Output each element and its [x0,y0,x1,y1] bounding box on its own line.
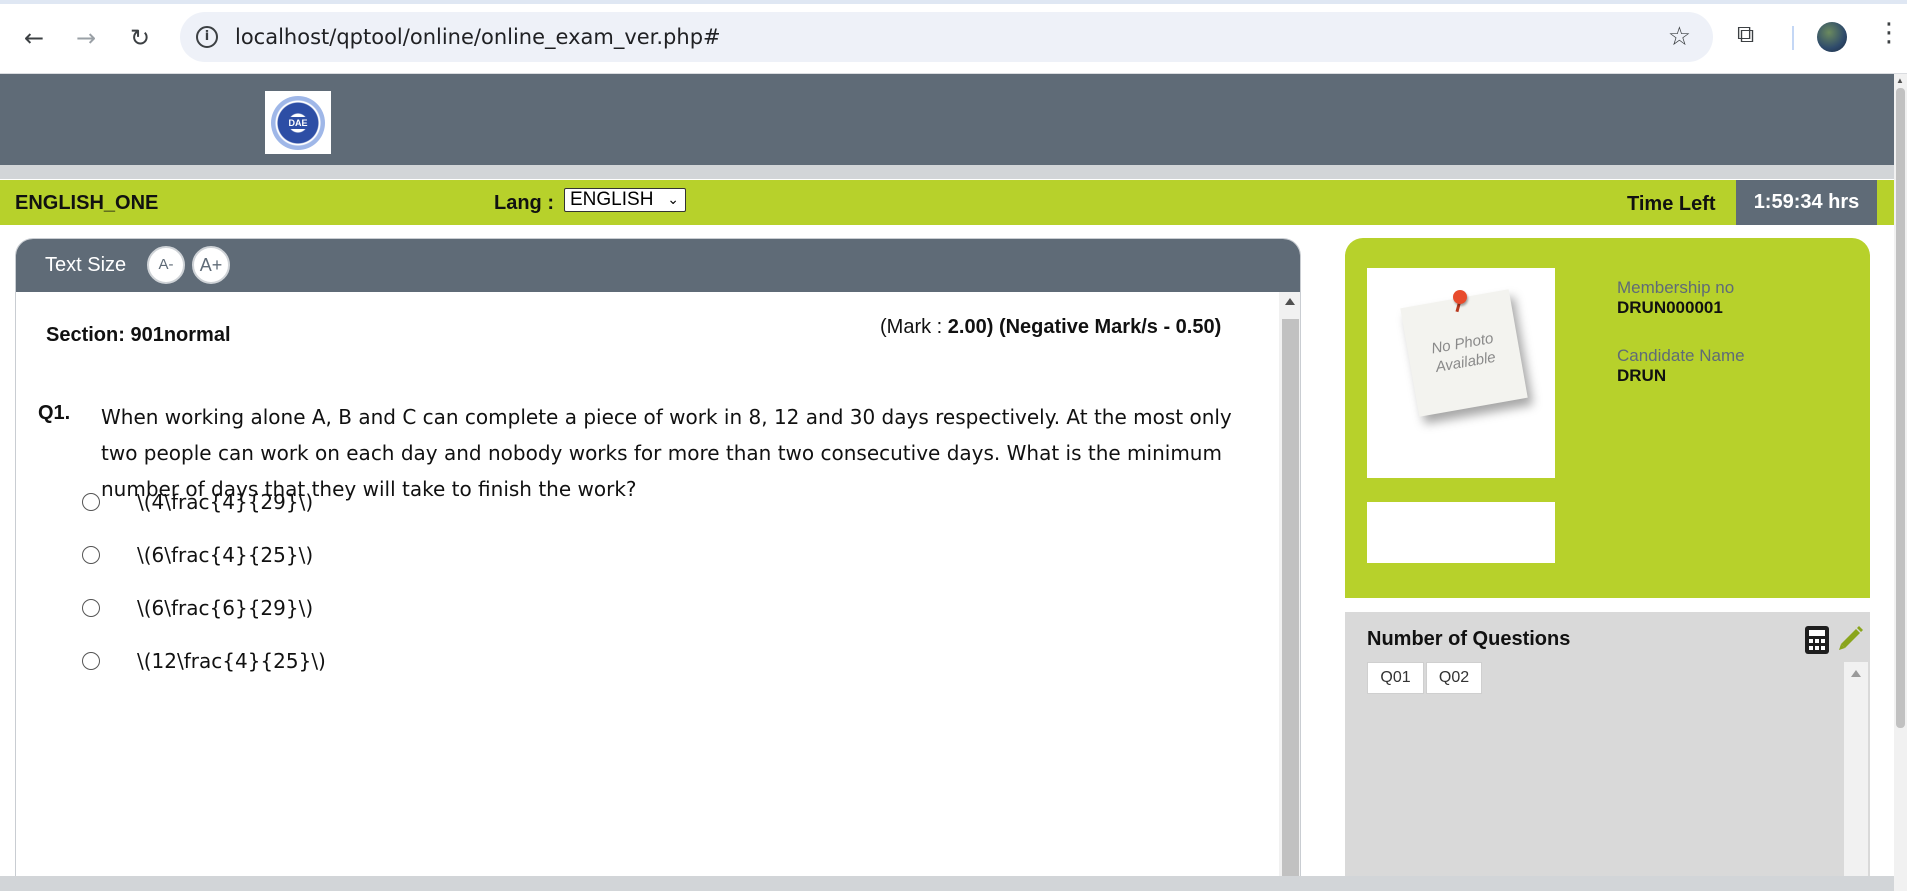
question-scrollbar[interactable] [1279,292,1300,891]
candidate-panel: No Photo Available Membership no DRUN000… [1345,238,1870,598]
option-2-radio[interactable] [82,546,100,564]
time-left-value: 1:59:34 hrs [1736,180,1877,225]
scroll-up-arrow-icon[interactable] [1285,298,1295,305]
pencil-icon[interactable] [1835,622,1867,654]
exam-info-bar: ENGLISH_ONE Lang : ENGLISH ⌄ Time Left 1… [0,180,1894,225]
exam-page: DAE ENGLISH_ONE Lang : ENGLISH ⌄ Time Le… [0,74,1894,891]
scroll-thumb[interactable] [1282,319,1299,891]
header-divider [0,165,1894,179]
question-palette: Number of Questions Q01 Q02 [1345,612,1870,891]
option-4-text: \(12\frac{4}{25}\) [137,649,326,673]
dae-seal-icon: DAE [271,95,325,150]
language-label: Lang : [494,192,554,214]
chevron-down-icon: ⌄ [667,192,679,208]
site-info-icon[interactable]: i [196,26,218,48]
language-select[interactable]: ENGLISH ⌄ [564,188,686,212]
logo-text: DAE [286,116,310,129]
toolbar-divider [1792,26,1794,50]
question-badge-q02[interactable]: Q02 [1426,662,1482,694]
option-1-radio[interactable] [82,493,100,511]
tab-strip [0,0,1907,4]
mark-prefix: (Mark : [880,316,948,338]
option-3-text: \(6\frac{6}{29}\) [137,596,314,620]
profile-avatar[interactable] [1817,22,1847,52]
question-panel-header: Text Size A- A+ [16,239,1300,292]
reload-icon[interactable]: ↻ [120,18,160,58]
candidate-name-value: DRUN [1617,366,1667,385]
page-bottom-strip [0,876,1894,891]
back-arrow-icon[interactable]: ← [14,18,54,58]
exam-name: ENGLISH_ONE [15,192,159,214]
site-header: DAE [0,74,1894,165]
time-left-label: Time Left [1627,193,1716,215]
pushpin-icon [1453,290,1467,304]
page-scroll-thumb[interactable] [1896,88,1905,728]
page-scroll-up-icon[interactable]: ▲ [1896,76,1904,85]
no-photo-note: No Photo Available [1400,289,1528,417]
forward-arrow-icon[interactable]: → [66,18,106,58]
scroll-up-arrow-icon[interactable] [1851,670,1861,677]
negative-mark: (Negative Mark/s - 0.50) [998,316,1222,338]
option-3-radio[interactable] [82,599,100,617]
dae-logo: DAE [265,91,331,154]
membership-label: Membership no [1617,278,1735,297]
option-2-text: \(6\frac{4}{25}\) [137,543,314,567]
question-palette-list: Q01 Q02 [1367,662,1844,891]
candidate-signature [1367,502,1555,563]
language-selected-value: ENGLISH [570,189,654,210]
question-palette-title: Number of Questions [1367,628,1571,650]
browser-menu-icon[interactable]: ⋮ [1876,18,1902,48]
page-scrollbar[interactable]: ▲ [1894,74,1907,891]
increase-text-size-button[interactable]: A+ [192,246,230,284]
mark-value: 2.00) [947,316,994,338]
option-4-radio[interactable] [82,652,100,670]
extensions-icon[interactable]: ⧉ [1737,20,1765,48]
question-panel: Text Size A- A+ Section: 901normal (Mark… [15,238,1301,891]
question-body: Section: 901normal (Mark : 2.00) (Negati… [16,292,1279,891]
question-number: Q1. [38,402,71,424]
browser-toolbar: ← → ↻ i localhost/qptool/online/online_e… [0,0,1907,74]
candidate-name-label: Candidate Name [1617,346,1745,365]
address-bar[interactable]: i localhost/qptool/online/online_exam_ve… [180,12,1713,62]
mark-info: (Mark : 2.00) (Negative Mark/s - 0.50) [880,316,1221,339]
calculator-icon[interactable] [1805,626,1829,654]
bookmark-star-icon[interactable]: ☆ [1668,22,1691,52]
membership-value: DRUN000001 [1617,298,1723,317]
question-badge-q01[interactable]: Q01 [1367,662,1424,694]
decrease-text-size-button[interactable]: A- [147,246,185,284]
option-1-text: \(4\frac{4}{29}\) [137,490,314,514]
text-size-label: Text Size [45,254,127,276]
candidate-photo: No Photo Available [1367,268,1555,478]
section-name: Section: 901normal [46,324,231,346]
url-text[interactable]: localhost/qptool/online/online_exam_ver.… [235,25,721,49]
question-palette-scrollbar[interactable] [1844,662,1868,891]
